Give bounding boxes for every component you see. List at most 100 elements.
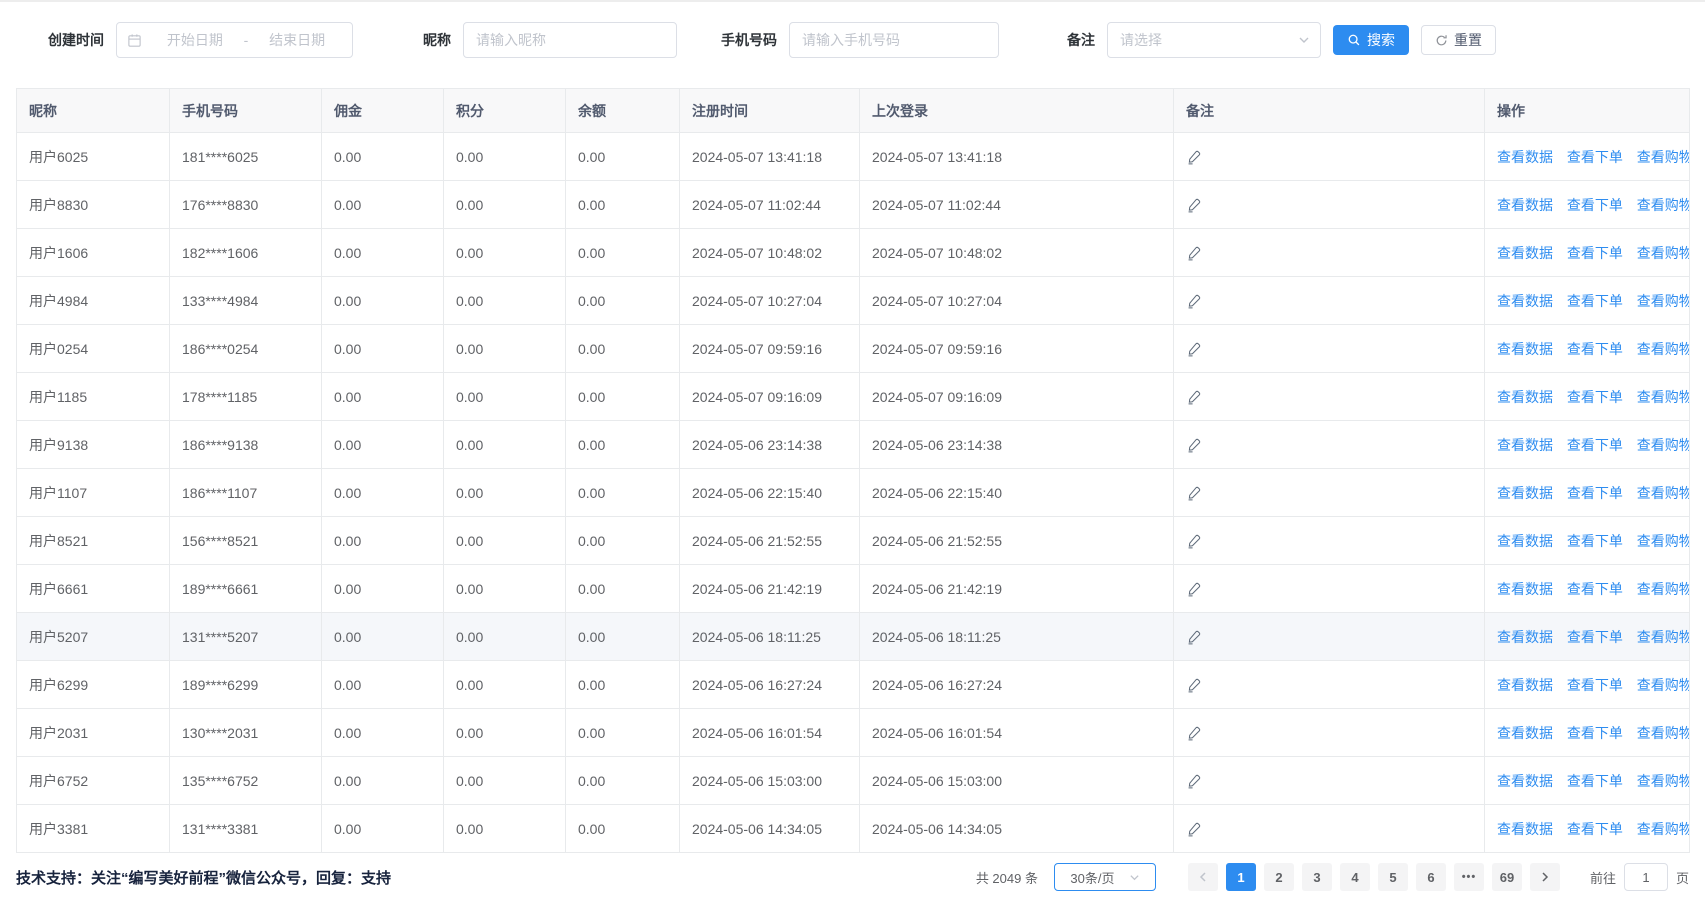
- view-cart-link[interactable]: 查看购物车: [1637, 533, 1690, 549]
- view-orders-link[interactable]: 查看下单: [1567, 773, 1623, 789]
- remark-select[interactable]: 请选择: [1107, 22, 1321, 58]
- view-cart-link[interactable]: 查看购物车: [1637, 677, 1690, 693]
- pencil-icon[interactable]: [1186, 437, 1202, 453]
- view-data-link[interactable]: 查看数据: [1497, 149, 1553, 165]
- cell-points: 0.00: [444, 613, 566, 661]
- date-separator: -: [240, 32, 253, 48]
- phone-input[interactable]: [789, 22, 999, 58]
- pencil-icon[interactable]: [1186, 293, 1202, 309]
- view-orders-link[interactable]: 查看下单: [1567, 629, 1623, 645]
- search-button[interactable]: 搜索: [1333, 25, 1409, 55]
- view-orders-link[interactable]: 查看下单: [1567, 581, 1623, 597]
- view-orders-link[interactable]: 查看下单: [1567, 677, 1623, 693]
- nickname-input[interactable]: [463, 22, 677, 58]
- view-cart-link[interactable]: 查看购物车: [1637, 341, 1690, 357]
- chevron-right-icon[interactable]: [1530, 863, 1560, 891]
- pencil-icon[interactable]: [1186, 677, 1202, 693]
- view-orders-link[interactable]: 查看下单: [1567, 149, 1623, 165]
- pencil-icon[interactable]: [1186, 197, 1202, 213]
- view-cart-link[interactable]: 查看购物车: [1637, 197, 1690, 213]
- view-data-link[interactable]: 查看数据: [1497, 725, 1553, 741]
- view-orders-link[interactable]: 查看下单: [1567, 437, 1623, 453]
- pencil-icon[interactable]: [1186, 725, 1202, 741]
- created-time-label: 创建时间: [48, 30, 104, 50]
- view-cart-link[interactable]: 查看购物车: [1637, 485, 1690, 501]
- chevron-left-icon[interactable]: [1188, 863, 1218, 891]
- cell-remark: [1174, 133, 1485, 181]
- view-orders-link[interactable]: 查看下单: [1567, 485, 1623, 501]
- cell-last-login: 2024-05-06 21:52:55: [860, 517, 1174, 565]
- view-orders-link[interactable]: 查看下单: [1567, 533, 1623, 549]
- cell-phone: 156****8521: [170, 517, 322, 565]
- view-cart-link[interactable]: 查看购物车: [1637, 293, 1690, 309]
- cell-points: 0.00: [444, 277, 566, 325]
- pencil-icon[interactable]: [1186, 533, 1202, 549]
- view-data-link[interactable]: 查看数据: [1497, 197, 1553, 213]
- page-button-5[interactable]: 5: [1378, 863, 1408, 891]
- view-data-link[interactable]: 查看数据: [1497, 677, 1553, 693]
- pencil-icon[interactable]: [1186, 341, 1202, 357]
- pencil-icon[interactable]: [1186, 245, 1202, 261]
- view-cart-link[interactable]: 查看购物车: [1637, 773, 1690, 789]
- cell-registered: 2024-05-06 16:01:54: [680, 709, 860, 757]
- page-button-6[interactable]: 6: [1416, 863, 1446, 891]
- view-orders-link[interactable]: 查看下单: [1567, 197, 1623, 213]
- view-data-link[interactable]: 查看数据: [1497, 629, 1553, 645]
- view-data-link[interactable]: 查看数据: [1497, 341, 1553, 357]
- page-button-1[interactable]: 1: [1226, 863, 1256, 891]
- cell-nickname: 用户6752: [17, 757, 170, 805]
- view-data-link[interactable]: 查看数据: [1497, 533, 1553, 549]
- cell-last-login: 2024-05-06 21:42:19: [860, 565, 1174, 613]
- cell-actions: 查看数据 查看下单 查看购物车: [1485, 373, 1690, 421]
- view-orders-link[interactable]: 查看下单: [1567, 293, 1623, 309]
- view-orders-link[interactable]: 查看下单: [1567, 341, 1623, 357]
- view-orders-link[interactable]: 查看下单: [1567, 245, 1623, 261]
- page-button-3[interactable]: 3: [1302, 863, 1332, 891]
- cell-remark: [1174, 277, 1485, 325]
- goto-page-input[interactable]: [1624, 863, 1668, 891]
- view-cart-link[interactable]: 查看购物车: [1637, 245, 1690, 261]
- view-cart-link[interactable]: 查看购物车: [1637, 149, 1690, 165]
- footer-bar: 技术支持：关注“编写美好前程”微信公众号，回复：支持 共 2049 条 30条/…: [0, 853, 1705, 899]
- cell-phone: 186****0254: [170, 325, 322, 373]
- cell-actions: 查看数据 查看下单 查看购物车: [1485, 421, 1690, 469]
- view-data-link[interactable]: 查看数据: [1497, 437, 1553, 453]
- pencil-icon[interactable]: [1186, 773, 1202, 789]
- page-button-last[interactable]: 69: [1492, 863, 1522, 891]
- date-range-picker[interactable]: 开始日期 - 结束日期: [116, 22, 353, 58]
- pencil-icon[interactable]: [1186, 485, 1202, 501]
- pencil-icon[interactable]: [1186, 389, 1202, 405]
- cell-nickname: 用户9138: [17, 421, 170, 469]
- page-button-2[interactable]: 2: [1264, 863, 1294, 891]
- view-orders-link[interactable]: 查看下单: [1567, 821, 1623, 837]
- view-data-link[interactable]: 查看数据: [1497, 821, 1553, 837]
- view-cart-link[interactable]: 查看购物车: [1637, 629, 1690, 645]
- more-pages-button[interactable]: •••: [1454, 863, 1484, 891]
- col-header-registered: 注册时间: [680, 89, 860, 133]
- page-button-4[interactable]: 4: [1340, 863, 1370, 891]
- view-data-link[interactable]: 查看数据: [1497, 581, 1553, 597]
- pencil-icon[interactable]: [1186, 629, 1202, 645]
- pencil-icon[interactable]: [1186, 821, 1202, 837]
- view-cart-link[interactable]: 查看购物车: [1637, 437, 1690, 453]
- reset-button[interactable]: 重置: [1421, 25, 1496, 55]
- view-data-link[interactable]: 查看数据: [1497, 293, 1553, 309]
- page-size-select[interactable]: 30条/页: [1054, 863, 1156, 891]
- view-cart-link[interactable]: 查看购物车: [1637, 389, 1690, 405]
- view-orders-link[interactable]: 查看下单: [1567, 725, 1623, 741]
- view-data-link[interactable]: 查看数据: [1497, 389, 1553, 405]
- pencil-icon[interactable]: [1186, 581, 1202, 597]
- cell-balance: 0.00: [566, 421, 680, 469]
- cell-phone: 178****1185: [170, 373, 322, 421]
- cell-remark: [1174, 469, 1485, 517]
- col-header-actions: 操作: [1485, 89, 1690, 133]
- pencil-icon[interactable]: [1186, 149, 1202, 165]
- view-cart-link[interactable]: 查看购物车: [1637, 725, 1690, 741]
- view-data-link[interactable]: 查看数据: [1497, 245, 1553, 261]
- view-orders-link[interactable]: 查看下单: [1567, 389, 1623, 405]
- view-cart-link[interactable]: 查看购物车: [1637, 581, 1690, 597]
- cell-remark: [1174, 373, 1485, 421]
- view-data-link[interactable]: 查看数据: [1497, 773, 1553, 789]
- view-cart-link[interactable]: 查看购物车: [1637, 821, 1690, 837]
- view-data-link[interactable]: 查看数据: [1497, 485, 1553, 501]
